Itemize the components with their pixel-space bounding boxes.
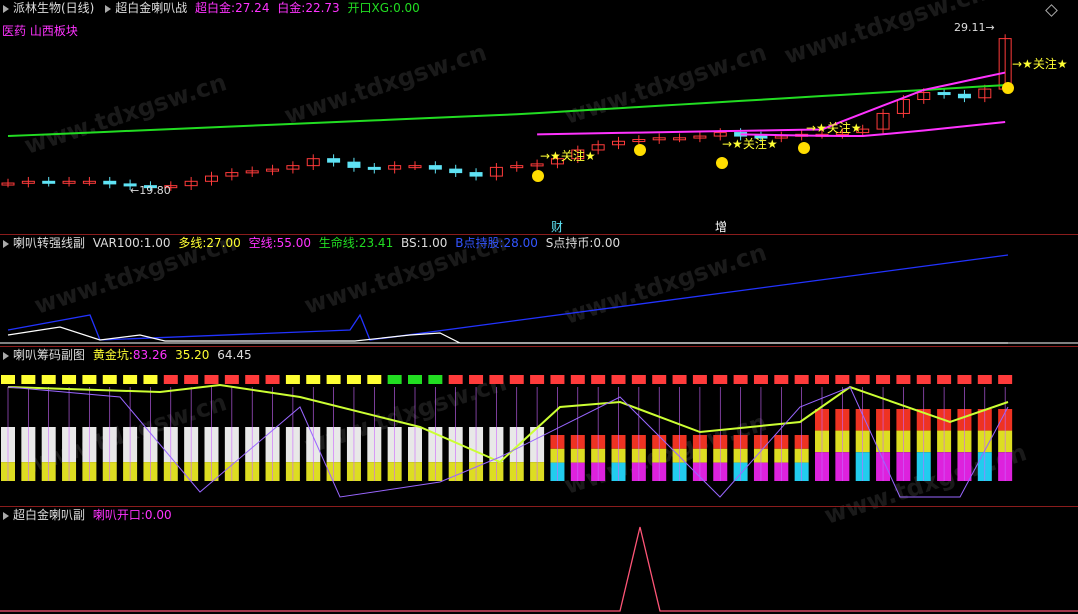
chip-pane[interactable]: 喇叭筹码副图 黄金坑:83.26 35.20 64.45 xyxy=(0,347,1078,506)
open-chart[interactable] xyxy=(0,507,1078,614)
var-line xyxy=(7,326,1008,344)
top-strip-bar xyxy=(21,375,36,384)
top-strip-bar xyxy=(652,375,667,384)
top-strip-bar xyxy=(224,375,239,384)
candle-body xyxy=(103,180,117,185)
trend-line-pane[interactable]: 喇叭转强线副 VAR100:1.00 多线:27.00 空线:55.00 生命线… xyxy=(0,235,1078,346)
open-pane[interactable]: 超白金喇叭副 喇叭开口:0.00 xyxy=(0,507,1078,614)
top-strip-bar xyxy=(408,375,422,384)
top-strip-bar xyxy=(896,375,911,384)
top-strip-bar xyxy=(876,375,891,384)
top-strip-bar xyxy=(815,375,829,384)
top-strip-bar xyxy=(387,375,402,384)
top-strip-bar xyxy=(204,375,219,384)
top-strip-bar xyxy=(937,375,952,384)
event-marker-zeng: 增 xyxy=(715,220,727,234)
b-hold-line xyxy=(7,254,1009,341)
top-strip-bar xyxy=(163,375,178,384)
top-strip-bar xyxy=(367,375,382,384)
top-strip-bar xyxy=(855,375,870,384)
top-strip-bar xyxy=(123,375,138,384)
candle-body xyxy=(428,165,442,170)
top-strip-bar xyxy=(835,375,850,384)
open-signal-line xyxy=(0,526,1078,612)
high-price-label: 29.11→ xyxy=(954,21,995,34)
top-strip-bar xyxy=(265,375,280,384)
top-strip-bar xyxy=(733,375,748,384)
main-chart-pane[interactable]: 派林生物(日线) 超白金喇叭战 超白金:27.24 白金:22.73 开口XG:… xyxy=(0,0,1078,234)
top-strip-bar xyxy=(184,375,199,384)
top-strip-bar xyxy=(611,375,626,384)
top-strip-bar xyxy=(143,375,158,384)
trend-line-chart[interactable] xyxy=(0,235,1078,346)
top-strip-bar xyxy=(794,375,809,384)
top-strip-bar xyxy=(306,375,321,384)
top-strip-bar xyxy=(530,375,545,384)
top-strip-bar xyxy=(245,375,260,384)
attention-label: →★关注★ xyxy=(806,120,862,135)
smiley-icon xyxy=(798,142,810,154)
smiley-icon xyxy=(532,170,544,182)
top-strip-bar xyxy=(692,375,707,384)
smiley-icon xyxy=(1002,82,1014,94)
top-strip-bar xyxy=(469,375,484,384)
top-strip-bar xyxy=(977,375,992,384)
top-strip-bar xyxy=(550,375,565,384)
event-marker-cai: 财 xyxy=(551,220,563,234)
top-strip-bar xyxy=(326,375,341,384)
attention-label: →★关注★ xyxy=(722,136,778,151)
top-strip-bar xyxy=(713,375,728,384)
candle-body xyxy=(327,158,341,163)
top-strip-bar xyxy=(753,375,768,384)
top-strip-bar xyxy=(570,375,585,384)
top-strip-bar xyxy=(1,375,15,384)
top-strip-bar xyxy=(285,375,300,384)
upper-band-line xyxy=(537,71,1006,136)
attention-label: →★关注★ xyxy=(540,148,596,163)
candle-body xyxy=(347,161,361,168)
candle-body xyxy=(469,172,483,177)
low-price-label: ←19.80 xyxy=(130,184,171,197)
top-strip-bar xyxy=(509,375,524,384)
top-strip-bar xyxy=(998,375,1013,384)
top-strip-bar xyxy=(428,375,443,384)
candlestick-chart[interactable]: 29.11→ ←19.80 →★关注★ →★关注★ →★关注★ →★关注★ 财 增 xyxy=(0,0,1078,234)
smiley-icon xyxy=(716,157,728,169)
candle-body xyxy=(42,180,56,184)
top-strip-bar xyxy=(774,375,789,384)
top-strip-bar xyxy=(631,375,646,384)
top-strip-bar xyxy=(448,375,463,384)
top-strip-bar xyxy=(916,375,931,384)
candle-body xyxy=(449,168,463,174)
top-strip-bar xyxy=(102,375,117,384)
candle-body xyxy=(367,166,381,170)
candle-body xyxy=(957,93,971,99)
candle-body xyxy=(937,92,951,96)
top-strip-bar xyxy=(591,375,606,384)
attention-label: →★关注★ xyxy=(1012,56,1068,71)
chip-chart[interactable] xyxy=(0,347,1078,506)
top-strip-bar xyxy=(957,375,972,384)
top-strip-bar xyxy=(489,375,504,384)
top-strip-bar xyxy=(41,375,56,384)
top-strip-bar xyxy=(672,375,687,384)
lower-band-line xyxy=(740,120,1006,138)
top-strip-bar xyxy=(82,375,97,384)
top-strip-bar xyxy=(346,375,361,384)
money-bag-icon xyxy=(634,144,646,156)
top-strip-bar xyxy=(62,375,77,384)
